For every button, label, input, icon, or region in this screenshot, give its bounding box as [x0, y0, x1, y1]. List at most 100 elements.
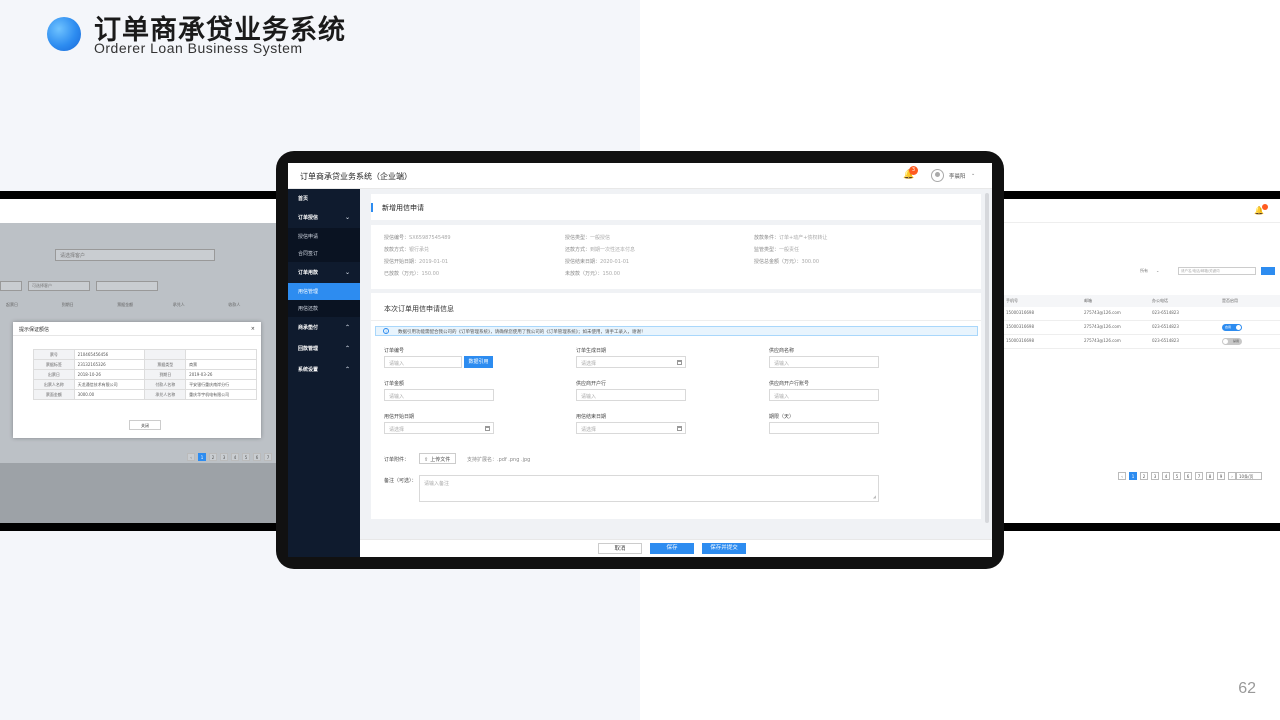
customer-select[interactable]: 请选择客户	[55, 249, 215, 261]
page-button[interactable]: 5	[242, 453, 250, 461]
page-button[interactable]: 2	[1140, 472, 1148, 480]
enable-toggle[interactable]: 启用	[1222, 324, 1242, 331]
text-input[interactable]: 请输入	[384, 356, 462, 368]
chevron-down-icon: ⌄	[344, 214, 350, 221]
table-row: 15000316698 275743@126.com 023-6514823 启用	[1002, 321, 1280, 335]
modal-close-button[interactable]: 关闭	[129, 420, 161, 430]
credit-info-item: 放款方式：银行承兑	[384, 246, 429, 253]
search-input[interactable]: 请户名/电话/邮箱/关键词	[1178, 267, 1256, 275]
cancel-button[interactable]: 取消	[598, 543, 642, 554]
page-button[interactable]: ›	[1228, 472, 1236, 480]
page-button[interactable]: 7	[264, 453, 272, 461]
page-button[interactable]: 4	[231, 453, 239, 461]
user-name[interactable]: 李晨阳	[949, 172, 966, 180]
form-footer: 取消 保存 保存并提交	[360, 539, 992, 557]
sidebar-item[interactable]: 授信申请	[288, 228, 360, 245]
input-placeholder: 请选择	[581, 361, 597, 367]
resize-handle-icon[interactable]: ◢	[873, 494, 876, 499]
page-button[interactable]: 1	[1129, 472, 1137, 480]
status-filter[interactable]: 所有	[1140, 268, 1148, 274]
page-button[interactable]: 3	[220, 453, 228, 461]
text-input[interactable]	[769, 422, 879, 434]
column-header: 是否启用	[1222, 298, 1238, 303]
page-size-select[interactable]: 10条/页	[1236, 472, 1262, 480]
info-label: 授信总金额（万元）：	[754, 259, 802, 265]
page-button[interactable]: 8	[1206, 472, 1214, 480]
sidebar-group[interactable]: 系统设置 ⌃	[288, 359, 360, 380]
filter-input-b[interactable]: 可选择客户	[28, 281, 90, 291]
page-button[interactable]: 6	[253, 453, 261, 461]
chevron-up-icon: ⌃	[344, 324, 350, 331]
page-button[interactable]: 6	[1184, 472, 1192, 480]
scrollbar[interactable]	[985, 193, 989, 523]
upload-file-button[interactable]: ⇪ 上传文件	[419, 453, 457, 464]
sidebar-group[interactable]: 订单授信 ⌄	[288, 207, 360, 228]
main-content: 新增用信申请 授信编号：SX65987545489 授信类型：一般授信 放款条件：订…	[360, 189, 992, 557]
modal-title: 提示保证额信	[19, 327, 50, 333]
page-button[interactable]: 7	[1195, 472, 1203, 480]
data-cite-button[interactable]: 数据引用	[464, 356, 493, 368]
application-form: 本次订单用信申请信息 i 数据引用功能需配合我公司的《订单管理系统》，请确保您使…	[371, 293, 981, 519]
credit-info-item: 还款方式：到期一次性还本付息	[565, 246, 635, 253]
column-header: 手机号	[1006, 298, 1018, 303]
page-button[interactable]: 4	[1162, 472, 1170, 480]
page-button[interactable]: 2	[209, 453, 217, 461]
enable-toggle[interactable]: 禁用	[1222, 338, 1242, 345]
field-value: 天龙通信技术有限公司	[73, 379, 146, 390]
text-input[interactable]: 请输入	[769, 389, 879, 401]
sidebar-item[interactable]: 合同签订	[288, 245, 360, 262]
right-table-header: 手机号 邮箱 办公电话 是否启用	[1002, 295, 1280, 307]
save-button[interactable]: 保存	[650, 543, 694, 554]
field-label: 用信结束日期	[576, 414, 607, 420]
remark-textarea[interactable]: 请输入备注 ◢	[419, 475, 879, 502]
tablet-screen: 订单商承贷业务系统（企业端） 🔔 3 李晨阳 ⌄ 首页 订单授信 ⌄ 授信申请 合同签订…	[288, 163, 992, 557]
toggle-knob	[1236, 325, 1241, 330]
sidebar-item[interactable]: 用信还款	[288, 300, 360, 317]
info-value: 2019-01-01	[419, 259, 449, 265]
field-key: 付款人名称	[144, 379, 187, 390]
page-button[interactable]: 5	[1173, 472, 1181, 480]
info-label: 授信编号：	[384, 235, 410, 241]
modal-row: 票据标签 23132165326 票据类型 商票	[33, 359, 257, 370]
filter-input-c[interactable]	[96, 281, 158, 291]
date-picker[interactable]: 请选择	[384, 422, 494, 434]
date-picker[interactable]: 请选择	[576, 356, 686, 368]
app-header: 订单商承贷业务系统（企业端） 🔔 3 李晨阳 ⌄	[288, 163, 992, 189]
field-label: 订单金额	[384, 381, 405, 387]
text-input[interactable]: 请输入	[769, 356, 879, 368]
text-input[interactable]: 请输入	[576, 389, 686, 401]
date-picker[interactable]: 请选择	[576, 422, 686, 434]
table-row: 15000316698 275743@126.com 023-6514823 禁用	[1002, 335, 1280, 349]
office-phone-cell: 023-6514823	[1152, 338, 1179, 343]
page-button[interactable]: 1	[198, 453, 206, 461]
info-label: 放款方式：	[384, 247, 410, 253]
chevron-up-icon: ⌃	[344, 345, 350, 352]
modal-row: 票面金额 3000.00 承兑人名称 重庆华宇机电有限公司	[33, 389, 257, 400]
page-button[interactable]: 9	[1217, 472, 1225, 480]
text-input[interactable]: 请输入	[384, 389, 494, 401]
page-button[interactable]: ‹	[1118, 472, 1126, 480]
sidebar-item[interactable]: 用信管理	[288, 283, 360, 300]
right-device-frame: 🔔 所有 ⌄ 请户名/电话/邮箱/关键词 手机号 邮箱 办公电话 是否启用 15…	[996, 191, 1280, 531]
sidebar-group[interactable]: 订单用款 ⌄	[288, 262, 360, 283]
save-submit-button[interactable]: 保存并提交	[702, 543, 746, 554]
sidebar-group-label: 回款管理	[298, 346, 319, 352]
chevron-down-icon[interactable]: ⌄	[971, 171, 975, 177]
filter-input-a[interactable]	[0, 281, 22, 291]
user-avatar-icon[interactable]	[931, 169, 944, 182]
modal-row: 出票人名称 天龙通信技术有限公司 付款人名称 平安银行重庆南岸分行	[33, 379, 257, 390]
sidebar-group[interactable]: 回款管理 ⌃	[288, 338, 360, 359]
page-button[interactable]: ‹	[187, 453, 195, 461]
column-header: 办公电话	[1152, 298, 1168, 303]
field-label: 用信开始日期	[384, 414, 415, 420]
sidebar-item-home[interactable]: 首页	[288, 189, 360, 207]
info-label: 授信开始日期：	[384, 259, 420, 265]
page-button[interactable]: 3	[1151, 472, 1159, 480]
info-value: SX65987545489	[409, 235, 451, 241]
sidebar-group[interactable]: 商承垫付 ⌃	[288, 317, 360, 338]
info-label: 监管类型：	[754, 247, 780, 253]
info-value: 150.00	[602, 271, 621, 277]
field-value: 3000.00	[73, 389, 146, 400]
search-button[interactable]	[1261, 267, 1275, 275]
close-icon[interactable]: ×	[251, 326, 255, 332]
